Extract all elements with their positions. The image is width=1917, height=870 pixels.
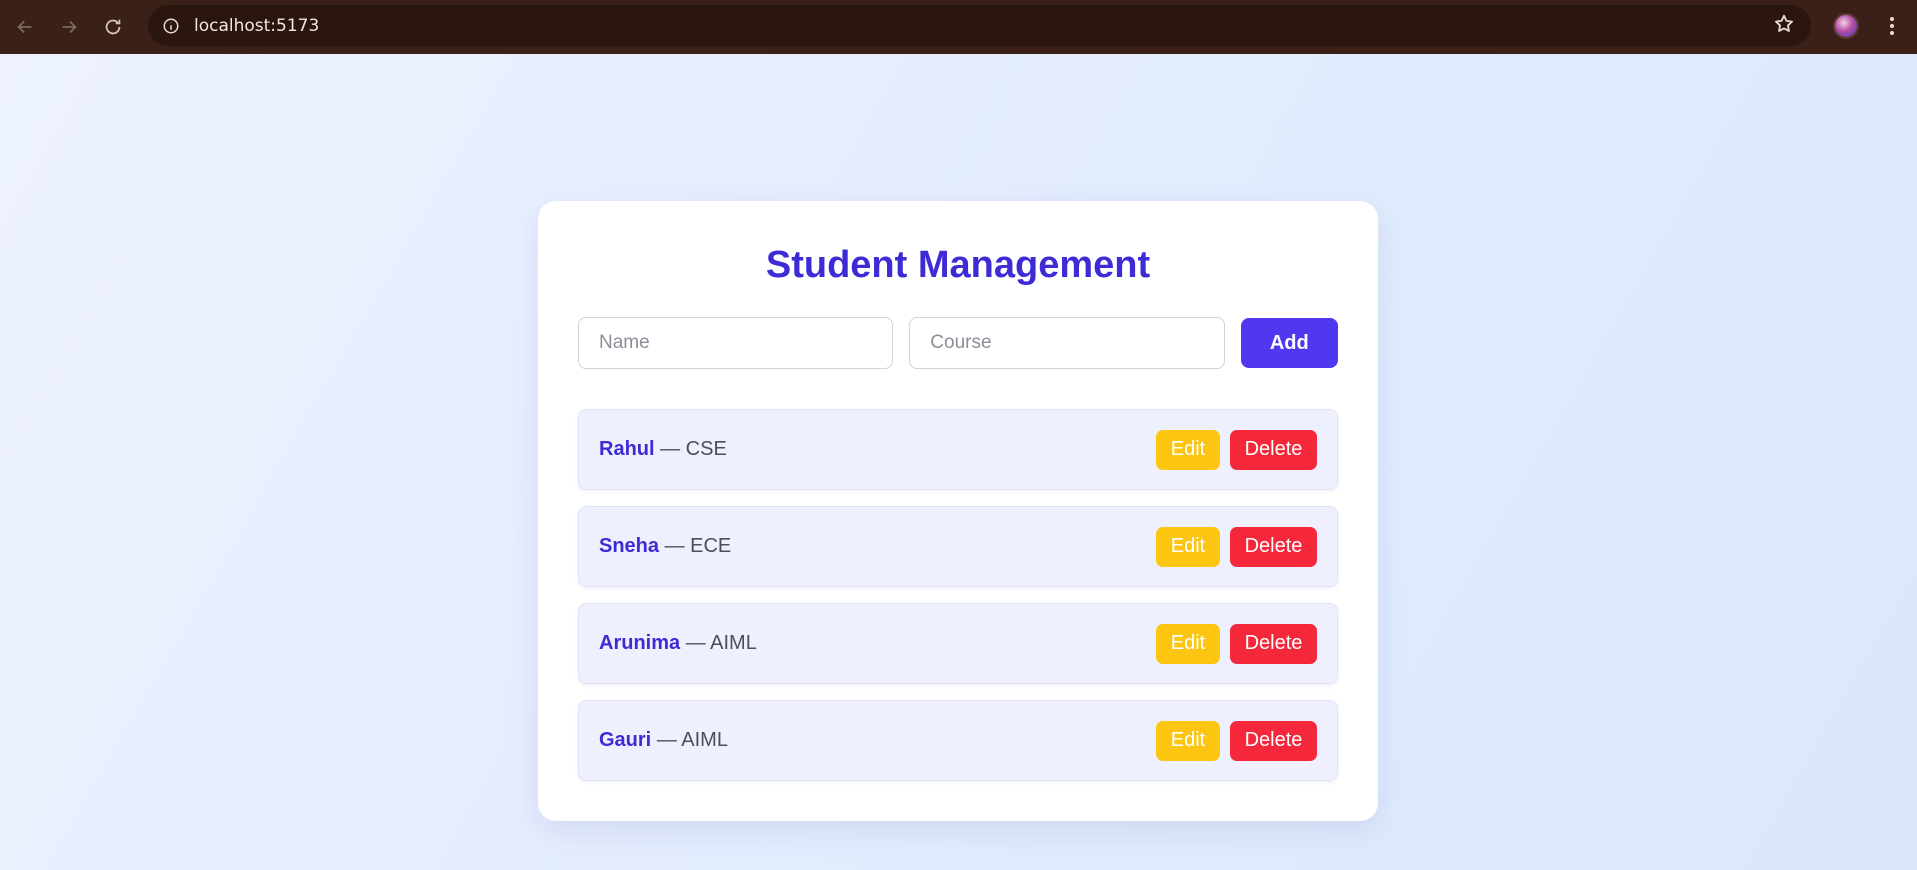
arrow-right-icon: [62, 20, 77, 34]
edit-button[interactable]: Edit: [1156, 720, 1220, 761]
back-button[interactable]: [3, 5, 47, 49]
student-management-card: Student Management Add Rahul — CSE Edit …: [538, 201, 1378, 821]
profile-avatar[interactable]: [1833, 13, 1859, 39]
student-course: — AIML: [656, 729, 728, 751]
edit-button[interactable]: Edit: [1156, 623, 1220, 664]
student-row: Sneha — ECE Edit Delete: [578, 506, 1338, 587]
delete-button[interactable]: Delete: [1230, 720, 1317, 761]
delete-button[interactable]: Delete: [1230, 623, 1317, 664]
student-name: Gauri: [599, 729, 652, 751]
site-info-icon[interactable]: [158, 13, 184, 39]
browser-toolbar: localhost:5173: [0, 0, 1917, 54]
student-row: Arunima — AIML Edit Delete: [578, 603, 1338, 684]
student-name: Arunima: [599, 632, 681, 654]
student-course: — CSE: [660, 438, 727, 460]
arrow-left-icon: [17, 20, 32, 34]
add-button[interactable]: Add: [1240, 318, 1338, 368]
student-course: — AIML: [685, 632, 757, 654]
browser-menu-icon[interactable]: [1880, 13, 1904, 39]
address-bar[interactable]: localhost:5173: [148, 5, 1811, 46]
student-list: Rahul — CSE Edit Delete Sneha — ECE Edit…: [578, 409, 1338, 781]
bookmark-star-icon[interactable]: [1773, 13, 1797, 37]
delete-button[interactable]: Delete: [1230, 429, 1317, 470]
reload-button[interactable]: [91, 5, 135, 49]
forward-button[interactable]: [47, 5, 91, 49]
edit-button[interactable]: Edit: [1156, 526, 1220, 567]
student-name: Rahul: [599, 438, 655, 460]
course-input[interactable]: [909, 317, 1225, 369]
student-course: — ECE: [664, 535, 732, 557]
delete-button[interactable]: Delete: [1230, 526, 1317, 567]
student-name: Sneha: [599, 535, 660, 557]
add-student-form: Add: [578, 317, 1338, 369]
page-title: Student Management: [765, 244, 1151, 286]
student-row: Gauri — AIML Edit Delete: [578, 700, 1338, 781]
reload-icon: [105, 19, 121, 35]
url-text[interactable]: localhost:5173: [194, 16, 319, 36]
student-row: Rahul — CSE Edit Delete: [578, 409, 1338, 490]
name-input[interactable]: [578, 317, 894, 369]
edit-button[interactable]: Edit: [1156, 429, 1220, 470]
